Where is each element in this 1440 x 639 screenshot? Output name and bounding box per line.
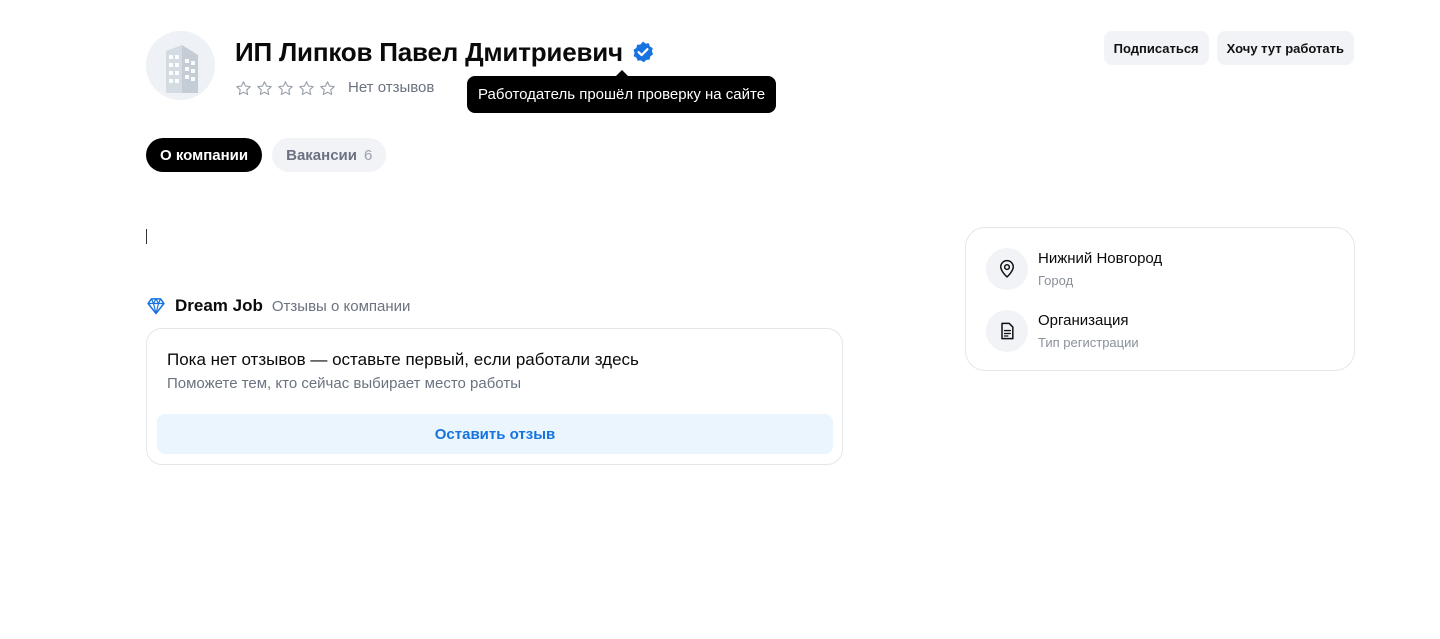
reviews-header: Dream Job Отзывы о компании bbox=[146, 296, 410, 316]
dream-job-label[interactable]: Dream Job bbox=[175, 296, 263, 316]
star-empty-icon bbox=[235, 80, 252, 97]
text-caret bbox=[146, 229, 147, 244]
company-title: ИП Липков Павел Дмитриевич bbox=[235, 35, 655, 69]
leave-review-button[interactable]: Оставить отзыв bbox=[157, 414, 833, 454]
tab-vacancies[interactable]: Вакансии 6 bbox=[272, 138, 387, 172]
star-empty-icon bbox=[256, 80, 273, 97]
info-row-city: Нижний Новгород Город bbox=[986, 248, 1162, 290]
tab-label: Вакансии bbox=[286, 146, 357, 164]
reviews-subtitle: Отзывы о компании bbox=[271, 297, 411, 315]
want-to-work-button[interactable]: Хочу тут работать bbox=[1216, 31, 1354, 65]
reviews-empty-card: Пока нет отзывов — оставьте первый, если… bbox=[146, 328, 843, 465]
tab-label: О компании bbox=[160, 146, 249, 164]
company-info-card: Нижний Новгород Город Организация Тип ре… bbox=[965, 227, 1355, 371]
subscribe-button[interactable]: Подписаться bbox=[1103, 31, 1209, 65]
rating-text[interactable]: Нет отзывов bbox=[348, 78, 434, 98]
rating-stars bbox=[235, 80, 336, 97]
tab-count: 6 bbox=[364, 146, 373, 164]
registration-label: Тип регистрации bbox=[1038, 334, 1139, 350]
document-icon bbox=[986, 310, 1028, 352]
registration-value: Организация bbox=[1038, 311, 1129, 329]
reviews-empty-subtitle: Поможете тем, кто сейчас выбирает место … bbox=[167, 375, 521, 392]
city-value: Нижний Новгород bbox=[1038, 249, 1163, 267]
building-icon bbox=[146, 31, 215, 100]
city-label: Город bbox=[1038, 272, 1074, 288]
company-name: ИП Липков Павел Дмитриевич bbox=[235, 37, 623, 67]
location-pin-icon bbox=[986, 248, 1028, 290]
tab-about-company[interactable]: О компании bbox=[146, 138, 263, 172]
company-avatar bbox=[146, 31, 215, 100]
verified-tooltip: Работодатель прошёл проверку на сайте bbox=[467, 70, 777, 113]
company-rating: Нет отзывов bbox=[235, 78, 434, 98]
dream-job-gem-icon bbox=[146, 296, 166, 316]
star-empty-icon bbox=[319, 80, 336, 97]
reviews-empty-title: Пока нет отзывов — оставьте первый, если… bbox=[167, 350, 639, 369]
info-row-registration: Организация Тип регистрации bbox=[986, 310, 1139, 352]
company-tabs: О компании Вакансии 6 bbox=[146, 138, 387, 172]
star-empty-icon bbox=[298, 80, 315, 97]
star-empty-icon bbox=[277, 80, 294, 97]
verified-badge-icon[interactable] bbox=[631, 40, 655, 64]
header-actions: Подписаться Хочу тут работать bbox=[1103, 31, 1354, 65]
